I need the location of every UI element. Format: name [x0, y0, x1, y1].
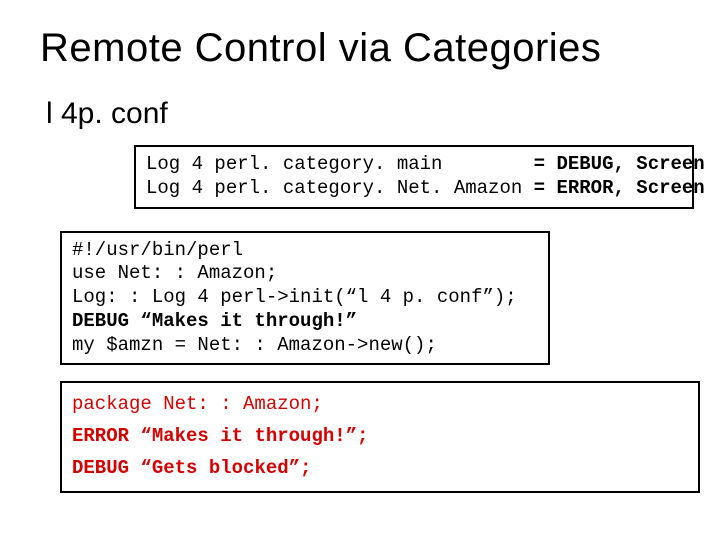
conf-line-2-key: Log 4 perl. category. Net. Amazon	[146, 177, 534, 199]
pkg-line-3-msg: “Gets blocked”;	[140, 457, 311, 479]
conf-line-1-pad	[442, 153, 533, 175]
conf-line-1-key: Log 4 perl. category. main	[146, 153, 442, 175]
slide-title: Remote Control via Categories	[40, 26, 680, 71]
pkg-line-2: ERROR “Makes it through!”;	[72, 421, 688, 453]
pkg-line-2-keyword: ERROR	[72, 425, 140, 447]
slide: Remote Control via Categories l 4p. conf…	[0, 0, 720, 540]
conf-line-2-val: = ERROR, Screen	[534, 177, 705, 199]
pkg-line-3: DEBUG “Gets blocked”;	[72, 453, 688, 485]
script-line-5: my $amzn = Net: : Amazon->new();	[72, 334, 437, 356]
pkg-line-1: package Net: : Amazon;	[72, 389, 688, 421]
pkg-line-3-keyword: DEBUG	[72, 457, 140, 479]
config-filename-label: l 4p. conf	[46, 97, 680, 131]
script-code-box: #!/usr/bin/perl use Net: : Amazon; Log: …	[60, 231, 550, 366]
config-code-box: Log 4 perl. category. main = DEBUG, Scre…	[134, 145, 694, 209]
script-line-1: #!/usr/bin/perl	[72, 239, 243, 261]
script-line-3: Log: : Log 4 perl->init(“l 4 p. conf”);	[72, 286, 517, 308]
script-line-2: use Net: : Amazon;	[72, 262, 277, 284]
script-line-4: DEBUG “Makes it through!”	[72, 310, 357, 332]
pkg-line-2-msg: “Makes it through!”;	[140, 425, 368, 447]
package-code-box: package Net: : Amazon; ERROR “Makes it t…	[60, 381, 700, 492]
conf-line-1-val: = DEBUG, Screen	[534, 153, 705, 175]
